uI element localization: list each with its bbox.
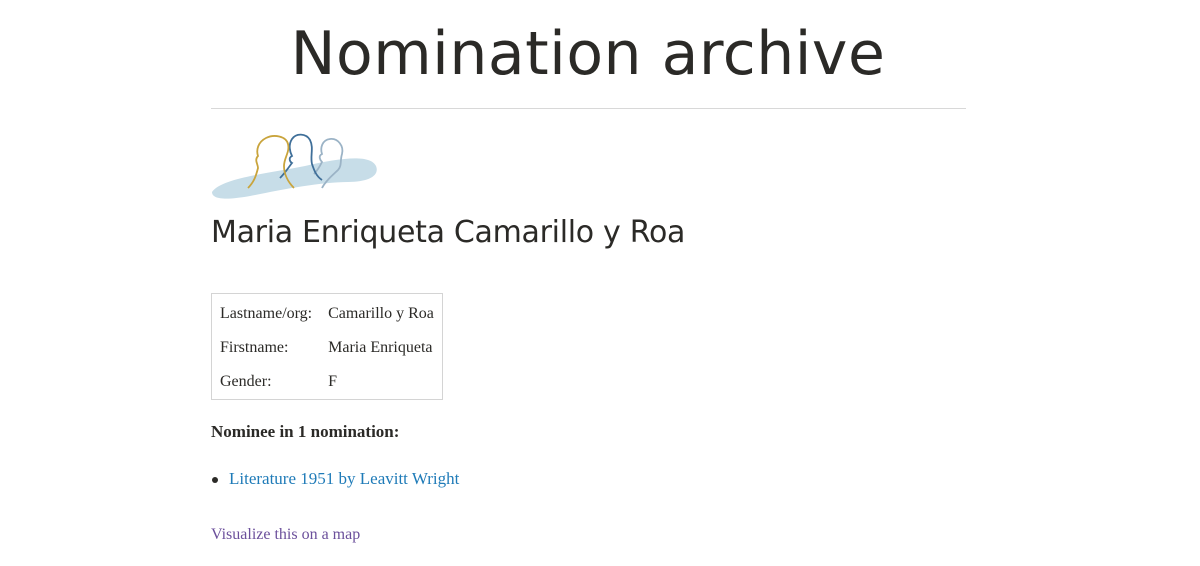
nominations-list: Literature 1951 by Leavitt Wright (211, 467, 459, 491)
detail-label: Lastname/org: (220, 305, 313, 322)
nominees-silhouettes-logo (212, 133, 377, 199)
detail-value: Maria Enriqueta (328, 339, 433, 356)
detail-label: Firstname: (220, 339, 289, 356)
person-details-table: Lastname/org: Camarillo y Roa Firstname:… (211, 293, 443, 400)
site-title: Nomination archive (290, 19, 886, 89)
detail-row-lastname: Lastname/org: Camarillo y Roa (212, 294, 443, 332)
detail-label: Gender: (220, 373, 272, 390)
detail-row-firstname: Firstname: Maria Enriqueta (212, 331, 443, 365)
detail-value: F (328, 373, 338, 390)
logo-wave (212, 158, 377, 199)
nominations-heading: Nominee in 1 nomination: (211, 422, 400, 441)
list-item: Literature 1951 by Leavitt Wright (211, 467, 459, 491)
visualize-map-link[interactable]: Visualize this on a map (211, 524, 360, 546)
person-name: Maria Enriqueta Camarillo y Roa (211, 215, 686, 250)
detail-row-gender: Gender: F (212, 365, 443, 400)
bullet-icon (212, 477, 218, 483)
detail-value: Camarillo y Roa (328, 305, 434, 322)
header-divider (211, 108, 966, 109)
nomination-link[interactable]: Literature 1951 by Leavitt Wright (229, 469, 459, 488)
